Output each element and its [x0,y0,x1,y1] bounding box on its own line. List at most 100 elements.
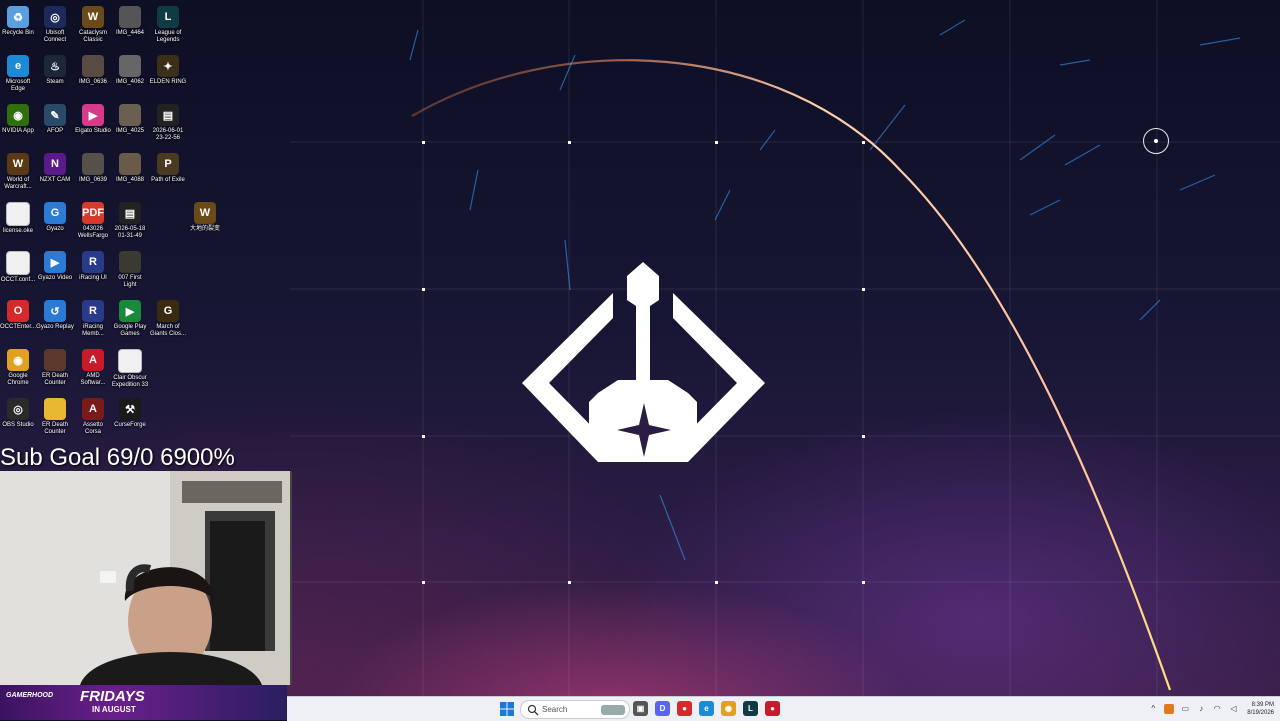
desktop-icon[interactable]: W Cataclysm Classic [74,6,112,44]
network-icon[interactable]: ▭ [1180,704,1190,714]
image-thumb-icon [119,55,141,77]
gyazo-video-icon: ▶ [44,251,66,273]
desktop-icon[interactable]: P Path of Exile [149,153,187,184]
desktop-icon[interactable]: IMG_0639 [74,153,112,184]
windows-start-icon[interactable] [500,702,514,716]
desktop-icon[interactable]: ♨ Steam [36,55,74,86]
desktop-icon[interactable]: W 大地的裂变 [186,202,224,233]
desktop-icon[interactable]: L League of Legends [149,6,187,44]
clock[interactable]: 8:39 PM 8/19/2026 [1247,701,1274,717]
desktop-icon[interactable]: ◉ NVIDIA App [0,104,37,135]
desktop-icon[interactable]: G March of Giants Clos... [149,300,187,338]
search-highlight-icon [601,704,625,715]
microphone-icon[interactable]: ♪ [1196,704,1206,714]
desktop-icon[interactable]: ▶ Gyazo Video [36,251,74,282]
desktop-icon[interactable]: ▶ Google Play Games [111,300,149,338]
desktop-icon[interactable]: IMG_0636 [74,55,112,86]
desktop-icon[interactable]: W World of Warcraft... [0,153,37,191]
chrome-icon[interactable]: ◉ [721,701,736,716]
desktop-icon-label: 2026-06-01 23-22-56 [152,128,184,141]
desktop-icon[interactable]: OCCT.conf... [0,251,37,284]
nzxt-icon: N [44,153,66,175]
desktop-icon[interactable]: G Gyazo [36,202,74,233]
task-view-icon[interactable]: ▣ [633,701,648,716]
desktop-icon[interactable]: IMG_4464 [111,6,149,37]
league-icon: L [157,6,179,28]
app-icon[interactable]: ● [765,701,780,716]
desktop-icon[interactable]: ♻ Recycle Bin [0,6,37,37]
desktop-icon[interactable]: license.oke [0,202,37,235]
desktop-icon[interactable]: ▶ Elgato Studio [74,104,112,135]
edge-icon[interactable]: e [699,701,714,716]
stream-banner: GAMERHOOD FRIDAYS IN AUGUST [0,685,287,720]
volume-icon[interactable]: ◁ [1228,704,1238,714]
assetto-corsa-icon: A [82,398,104,420]
wow-icon: W [7,153,29,175]
game-007-icon [119,251,141,273]
video-file-icon: ▤ [157,104,179,126]
desktop-icon[interactable]: ER Death Counter [36,398,74,436]
desktop-icon[interactable]: A AMD Softwar... [74,349,112,387]
clock-time: 8:39 PM [1251,702,1274,708]
wow-icon: W [82,6,104,28]
desktop-icon-label: March of Giants Clos... [149,324,186,337]
banner-subtitle: IN AUGUST [92,705,136,714]
desktop-icon[interactable]: RiRacing UI [74,251,112,282]
steam-icon: ♨ [44,55,66,77]
wifi-icon[interactable]: ◠ [1212,704,1222,714]
taskbar: Search ▣ D ● e ◉ L ● ^ ▭ ♪ ◠ ◁ 8:39 PM 8/19/20… [287,696,1280,721]
taskbar-search-box[interactable]: Search [520,700,630,719]
desktop-icon[interactable]: Clair Obscur Expedition 33 [111,349,149,389]
chevron-up-icon[interactable]: ^ [1148,704,1158,714]
desktop-icon[interactable]: ▤ 2026-05-18 01-31-49 [111,202,149,240]
desktop-icon[interactable]: ER Death Counter [36,349,74,387]
desktop-icon-label: 大地的裂变 [189,226,220,232]
desktop-icon[interactable]: ↺ Gyazo Replay [36,300,74,331]
elgato-icon: ▶ [82,104,104,126]
image-thumb-icon [82,153,104,175]
desktop-icon-label: 2026-05-18 01-31-49 [114,226,146,239]
desktop-icon[interactable]: IMG_4062 [111,55,149,86]
desktop-icon[interactable]: PDF 043026 WellsFargo [74,202,112,240]
desktop-icon[interactable]: ▤ 2026-06-01 23-22-56 [149,104,187,142]
ubisoft-icon: ◎ [44,6,66,28]
image-thumb-icon [82,55,104,77]
amd-icon: A [82,349,104,371]
desktop-icon[interactable]: IMG_4088 [111,153,149,184]
desktop-icon-label: 007 First Light [118,275,142,288]
desktop-icon-label: ELDEN RING [149,79,187,85]
folder-icon [44,398,66,420]
google-play-icon: ▶ [119,300,141,322]
desktop-icon[interactable]: e Microsoft Edge [0,55,37,93]
desktop-icon[interactable]: ◎ Ubisoft Connect [36,6,74,44]
desktop-icon[interactable]: ✎ AFOP [36,104,74,135]
desktop-icon[interactable]: RiRacing Memb... [74,300,112,338]
discord-icon[interactable]: D [655,701,670,716]
tray-app-icon[interactable] [1164,704,1175,714]
desktop-icon[interactable]: ◉ Google Chrome [0,349,37,387]
league-icon[interactable]: L [743,701,758,716]
wow-icon: W [194,202,216,224]
desktop-icon[interactable]: ⚒ CurseForge [111,398,149,429]
occt-icon: O [7,300,29,322]
desktop-icon[interactable]: 007 First Light [111,251,149,289]
er-counter-icon [44,349,66,371]
record-icon[interactable]: ● [677,701,692,716]
curseforge-icon: ⚒ [119,398,141,420]
desktop-icon[interactable]: ◎ OBS Studio [0,398,37,429]
image-thumb-icon [119,104,141,126]
image-thumb-icon [119,153,141,175]
elden-ring-icon: ✦ [157,55,179,77]
desktop-icon-label: CurseForge [114,422,146,428]
system-tray: ^ ▭ ♪ ◠ ◁ 8:39 PM 8/19/2026 [1145,697,1280,721]
desktop-icon[interactable]: A Assetto Corsa [74,398,112,436]
desktop-icon[interactable]: ✦ ELDEN RING [149,55,187,86]
desktop-icon[interactable]: IMG_4025 [111,104,149,135]
search-icon [527,704,539,715]
desktop-icon[interactable]: N NZXT CAM [36,153,74,184]
desktop-icon-label: Path of Exile [151,177,185,183]
gyazo-icon: G [44,202,66,224]
sub-goal-overlay: Sub Goal 69/0 6900% [0,444,235,471]
edge-icon: e [7,55,29,77]
desktop-icon[interactable]: O OCCTEnter... [0,300,37,331]
